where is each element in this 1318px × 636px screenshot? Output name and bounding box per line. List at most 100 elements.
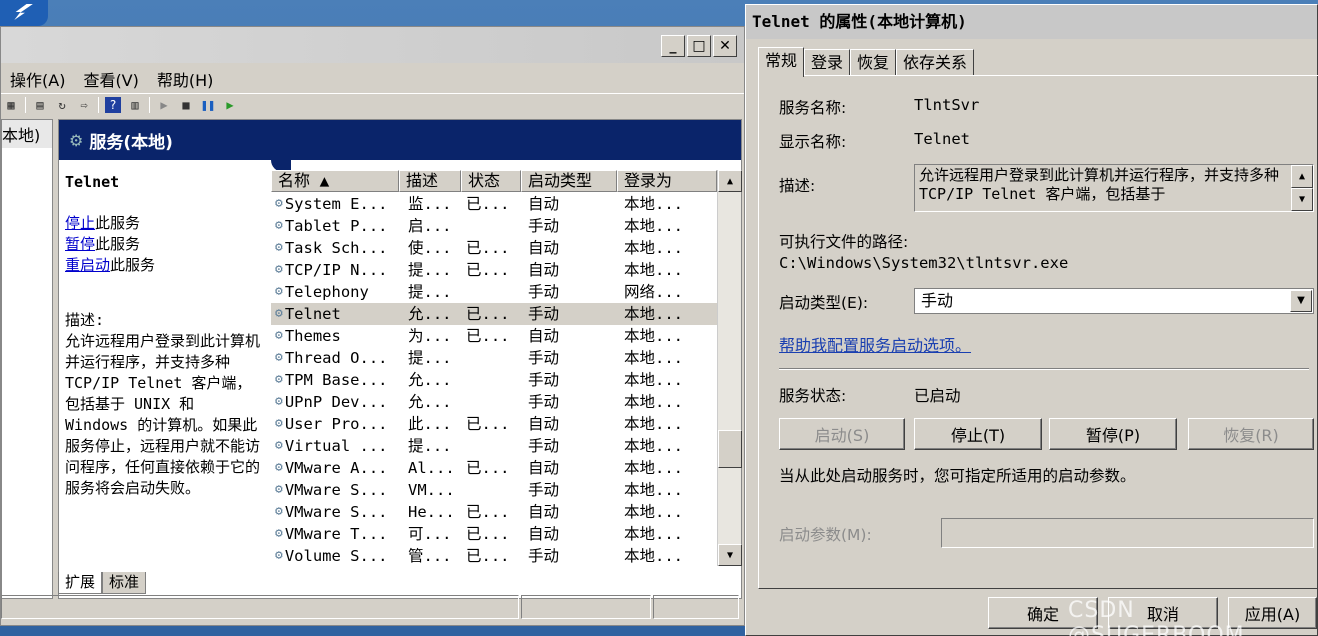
startup-type-value: 手动 — [921, 291, 954, 310]
column-description[interactable]: 描述 — [399, 170, 461, 192]
service-logon-cell: 本地... — [624, 525, 683, 543]
column-name[interactable]: 名称 ▲ — [271, 170, 399, 192]
gear-icon: ⚙ — [275, 328, 283, 343]
tab-logon[interactable]: 登录 — [804, 49, 851, 75]
column-headers: 名称 ▲ 描述 状态 启动类型 登录为 — [271, 170, 717, 192]
properties-icon[interactable]: ▤ — [32, 97, 48, 113]
path-value: C:\Windows\System32\tlntsvr.exe — [779, 254, 1069, 272]
table-row[interactable]: ⚙ System E... 监... 已... 自动 本地... — [271, 193, 717, 215]
table-row[interactable]: ⚙ VMware S... VM... 手动 本地... — [271, 479, 717, 501]
service-desc-cell: 提... — [408, 261, 452, 279]
table-row[interactable]: ⚙ User Pro... 此... 已... 自动 本地... — [271, 413, 717, 435]
table-row[interactable]: ⚙ Virtual ... 提... 手动 本地... — [271, 435, 717, 457]
scroll-thumb[interactable] — [718, 430, 742, 468]
tab-dependencies[interactable]: 依存关系 — [896, 49, 975, 75]
tab-recovery[interactable]: 恢复 — [850, 49, 897, 75]
stop-icon[interactable]: ■ — [178, 97, 194, 113]
status-pane — [1, 595, 519, 619]
scroll-down-button[interactable]: ▼ — [1291, 188, 1313, 211]
start-params-label: 启动参数(M): — [779, 526, 872, 544]
column-status[interactable]: 状态 — [461, 170, 521, 192]
start-params-input[interactable] — [941, 518, 1314, 548]
chevron-down-icon[interactable]: ▼ — [1290, 290, 1312, 312]
help-configure-link[interactable]: 帮助我配置服务启动选项。 — [779, 332, 971, 356]
pause-icon[interactable]: ❚❚ — [200, 97, 216, 113]
table-row[interactable]: ⚙ Telnet 允... 已... 手动 本地... — [271, 303, 717, 325]
table-row[interactable]: ⚙ UPnP Dev... 允... 手动 本地... — [271, 391, 717, 413]
column-startup-type[interactable]: 启动类型 — [521, 170, 617, 192]
description-scrollbar[interactable]: ▲ ▼ — [1291, 165, 1313, 211]
table-row[interactable]: ⚙ Themes 为... 已... 自动 本地... — [271, 325, 717, 347]
service-startup-cell: 手动 — [528, 547, 560, 565]
service-status-cell: 已... — [466, 415, 510, 433]
table-row[interactable]: ⚙ Task Sch... 使... 已... 自动 本地... — [271, 237, 717, 259]
refresh-icon[interactable]: ↻ — [54, 97, 70, 113]
dialog-title: Telnet 的属性(本地计算机) — [746, 5, 1317, 39]
table-row[interactable]: ⚙ VMware A... Al... 已... 自动 本地... — [271, 457, 717, 479]
service-status-cell: 已... — [466, 195, 510, 213]
gear-icon: ⚙ — [275, 284, 283, 299]
table-row[interactable]: ⚙ Tablet P... 启... 手动 本地... — [271, 215, 717, 237]
gear-icon: ⚙ — [275, 460, 283, 475]
start-params-hint: 当从此处启动服务时，您可指定所适用的启动参数。 — [779, 467, 1136, 485]
tab-general[interactable]: 常规 — [758, 47, 805, 77]
service-name-cell: ⚙ VMware S... — [271, 501, 402, 523]
scroll-down-button[interactable]: ▼ — [718, 544, 742, 566]
service-logon-cell: 本地... — [624, 503, 683, 521]
resume-icon[interactable]: ▶ — [222, 97, 238, 113]
service-name-cell: ⚙ VMware S... — [271, 479, 402, 501]
table-row[interactable]: ⚙ Thread O... 提... 手动 本地... — [271, 347, 717, 369]
close-button[interactable]: ✕ — [713, 35, 737, 57]
gear-icon: ⚙ — [275, 394, 283, 409]
table-row[interactable]: ⚙ VMware S... He... 已... 自动 本地... — [271, 501, 717, 523]
play-icon[interactable]: ▶ — [156, 97, 172, 113]
view-icon[interactable]: ▥ — [127, 97, 143, 113]
table-row[interactable]: ⚙ Volume S... 管... 已... 手动 本地... — [271, 545, 717, 565]
menu-action[interactable]: 操作(A) — [1, 65, 74, 90]
table-row[interactable]: ⚙ TCP/IP N... 提... 已... 自动 本地... — [271, 259, 717, 281]
maximize-button[interactable]: □ — [687, 35, 711, 57]
start-button[interactable]: 启动(S) — [779, 418, 905, 450]
service-name-cell: ⚙ UPnP Dev... — [271, 391, 402, 413]
export-icon[interactable]: ⇨ — [76, 97, 92, 113]
pause-service-link[interactable]: 暂停 — [65, 235, 95, 253]
tree-item-local[interactable]: 本地) — [2, 120, 52, 148]
selected-service-name: Telnet — [65, 173, 120, 191]
help-icon[interactable]: ? — [105, 96, 121, 113]
scroll-up-button[interactable]: ▲ — [1291, 165, 1313, 188]
restart-service-link-row: 重启动此服务 — [65, 255, 265, 276]
service-name-cell: ⚙ Virtual ... — [271, 435, 402, 457]
service-name-text: VMware A... — [284, 459, 388, 477]
tab-standard[interactable]: 标准 — [102, 572, 147, 594]
startup-type-select[interactable]: 手动 ▼ — [914, 288, 1314, 314]
service-desc-cell: 使... — [408, 239, 452, 257]
table-row[interactable]: ⚙ TPM Base... 允... 手动 本地... — [271, 369, 717, 391]
service-desc-cell: 管... — [408, 547, 452, 565]
vertical-scrollbar[interactable]: ▲ ▼ — [717, 170, 742, 566]
description-box[interactable]: 允许远程用户登录到此计算机并运行程序，并支持多种 TCP/IP Telnet 客… — [914, 164, 1314, 212]
general-tab-body: 服务名称: TlntSvr 显示名称: Telnet 描述: 允许远程用户登录到… — [758, 75, 1318, 589]
gear-icon: ⚙ — [275, 196, 283, 211]
display-name-label: 显示名称: — [779, 133, 847, 151]
column-logon-as[interactable]: 登录为 — [617, 170, 717, 192]
grid-icon[interactable]: ▦ — [3, 97, 19, 113]
stop-service-link[interactable]: 停止 — [65, 214, 95, 232]
properties-dialog: Telnet 的属性(本地计算机) 常规 登录 恢复 依存关系 服务名称: Tl… — [745, 4, 1318, 636]
scroll-up-button[interactable]: ▲ — [718, 170, 742, 192]
service-name-cell: ⚙ Tablet P... — [271, 215, 402, 237]
service-name-value: TlntSvr — [914, 96, 980, 114]
minimize-button[interactable]: _ — [661, 35, 685, 57]
table-row[interactable]: ⚙ Telephony 提... 手动 网络... — [271, 281, 717, 303]
service-status-cell: 已... — [466, 503, 510, 521]
resume-button[interactable]: 恢复(R) — [1188, 418, 1314, 450]
service-startup-cell: 手动 — [528, 283, 560, 301]
pause-button[interactable]: 暂停(P) — [1049, 418, 1177, 450]
table-row[interactable]: ⚙ VMware T... 可... 已... 自动 本地... — [271, 523, 717, 545]
service-desc-cell: 允... — [408, 305, 452, 323]
stop-button[interactable]: 停止(T) — [914, 418, 1042, 450]
tab-extended[interactable]: 扩展 — [58, 572, 103, 594]
service-name-text: System E... — [284, 195, 388, 213]
restart-service-link[interactable]: 重启动 — [65, 256, 110, 274]
menu-view[interactable]: 查看(V) — [74, 65, 147, 90]
menu-help[interactable]: 帮助(H) — [148, 65, 223, 90]
